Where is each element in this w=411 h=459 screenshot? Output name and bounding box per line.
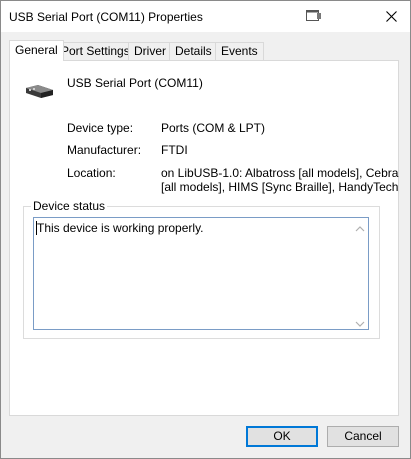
window-title: USB Serial Port (COM11) Properties	[9, 10, 203, 24]
title-bar[interactable]: USB Serial Port (COM11) Properties	[1, 1, 410, 32]
ok-button[interactable]: OK	[246, 426, 318, 447]
scroll-down-button[interactable]	[355, 317, 365, 327]
tab-details[interactable]: Details	[169, 42, 218, 60]
location-label: Location:	[67, 166, 116, 180]
device-status-label: Device status	[31, 199, 108, 213]
scroll-up-button[interactable]	[355, 222, 365, 232]
tab-driver[interactable]: Driver	[128, 42, 172, 60]
general-panel: USB Serial Port (COM11) Device type: Por…	[9, 60, 399, 416]
manufacturer-label: Manufacturer:	[67, 143, 142, 157]
dialog-button-bar: OK Cancel	[1, 416, 410, 458]
close-icon	[385, 10, 397, 22]
properties-window-icon	[306, 10, 322, 22]
properties-window: USB Serial Port (COM11) Properties Gener…	[0, 0, 411, 459]
device-name: USB Serial Port (COM11)	[67, 76, 203, 90]
serial-port-device-icon	[24, 79, 56, 101]
device-status-group: Device status This device is working pro…	[23, 199, 380, 339]
cancel-button[interactable]: Cancel	[327, 426, 399, 447]
chevron-up-icon	[355, 226, 365, 232]
manufacturer-value: FTDI	[161, 143, 188, 157]
tab-general[interactable]: General	[9, 40, 64, 61]
location-value-line2: [all models], HIMS [Sync Braille], Handy…	[161, 180, 399, 194]
close-button[interactable]	[379, 5, 403, 27]
chevron-down-icon	[355, 321, 365, 327]
device-type-label: Device type:	[67, 121, 134, 135]
device-status-text: This device is working properly.	[37, 221, 204, 235]
tab-events[interactable]: Events	[215, 42, 264, 60]
tab-port-settings[interactable]: Port Settings	[55, 42, 136, 60]
device-type-value: Ports (COM & LPT)	[161, 121, 266, 135]
location-value-line1: on LibUSB-1.0: Albatross [all models], C…	[161, 166, 399, 180]
device-status-textbox[interactable]: This device is working properly.	[33, 217, 369, 330]
